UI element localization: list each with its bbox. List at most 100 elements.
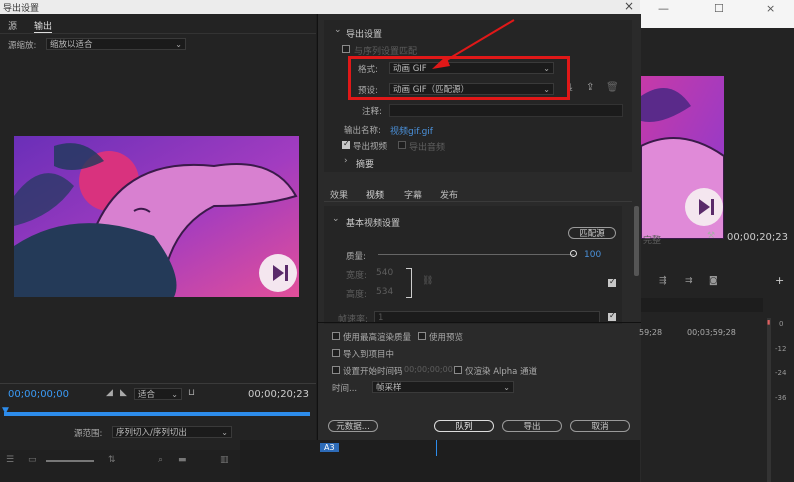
- tab-effects[interactable]: 效果: [330, 188, 348, 201]
- right-window-title-bar: — ☐ ×: [640, 0, 794, 28]
- tab-source[interactable]: 源: [8, 19, 17, 32]
- use-previews-label: 使用预览: [429, 333, 464, 343]
- export-audio-checkbox[interactable]: [398, 141, 406, 149]
- comments-label: 注释:: [362, 107, 382, 117]
- max-render-checkbox[interactable]: [332, 332, 340, 340]
- output-name-label: 输出名称:: [344, 126, 381, 136]
- chevron-right-icon[interactable]: ›: [344, 156, 348, 166]
- play-icon[interactable]: [259, 254, 297, 292]
- maximize-icon[interactable]: ☐: [714, 2, 724, 15]
- source-range-dropdown[interactable]: 序列切入/序列切出 ⌄: [112, 426, 232, 438]
- divider: [318, 322, 641, 323]
- sort-icon[interactable]: ⇅: [108, 455, 116, 465]
- summary-label[interactable]: 摘要: [356, 157, 374, 170]
- timeline-ruler: [641, 298, 763, 312]
- meter-tick: -36: [775, 394, 787, 402]
- add-button-icon[interactable]: +: [775, 274, 784, 287]
- wrench-icon[interactable]: ⚒: [707, 231, 715, 241]
- output-preview: [14, 136, 299, 297]
- minimize-icon[interactable]: —: [658, 2, 669, 15]
- source-range-value: 序列切入/序列切出: [116, 428, 187, 438]
- chevron-down-icon[interactable]: ⌄: [332, 214, 340, 224]
- chevron-down-icon: ⌄: [171, 390, 178, 399]
- list-icon[interactable]: ☰: [6, 455, 14, 465]
- chevron-down-icon: ⌄: [221, 428, 228, 437]
- queue-button[interactable]: 队列: [434, 420, 494, 432]
- match-rate-checkbox[interactable]: [608, 311, 616, 321]
- chain-link-icon[interactable]: ⛓: [422, 276, 433, 286]
- close-window-icon[interactable]: ×: [766, 2, 775, 15]
- program-monitor-panel: 完整 ⚒ 00;00;20;23 ⇶ ⇉ ◙ + 59;28 00;03;59;…: [639, 28, 794, 482]
- playhead-icon[interactable]: ▼: [2, 406, 9, 416]
- thumb-icon[interactable]: ▭: [28, 455, 37, 465]
- tab-publish[interactable]: 发布: [440, 188, 458, 201]
- source-scale-dropdown[interactable]: 缩放以适合 ⌄: [46, 38, 186, 50]
- folder-icon[interactable]: ▬: [178, 455, 187, 465]
- quality-slider-track[interactable]: [378, 254, 574, 255]
- basic-video-title: 基本视频设置: [346, 219, 401, 229]
- match-source-button[interactable]: 匹配源: [568, 227, 616, 239]
- timecode-start[interactable]: 00;00;00;00: [8, 389, 69, 400]
- meter-tick: -24: [775, 369, 787, 377]
- height-label: 高度:: [346, 290, 368, 300]
- overwrite-icon[interactable]: ⇉: [685, 276, 693, 286]
- dialog-title: 导出设置: [3, 4, 40, 14]
- delete-preset-icon[interactable]: 🗑: [606, 82, 619, 93]
- meter-tick: -12: [775, 345, 787, 353]
- match-sequence-checkbox[interactable]: [342, 45, 350, 53]
- import-project-checkbox[interactable]: [332, 349, 340, 357]
- quality-slider-thumb[interactable]: [570, 250, 577, 257]
- tab-captions[interactable]: 字幕: [404, 188, 422, 201]
- close-icon[interactable]: ×: [624, 0, 634, 13]
- dialog-title-bar: 导出设置 ×: [0, 0, 640, 14]
- tab-video[interactable]: 视频: [366, 188, 385, 202]
- alpha-only-label: 仅渲染 Alpha 通道: [465, 367, 538, 377]
- comments-input[interactable]: [389, 104, 623, 117]
- trash-icon[interactable]: ▥: [220, 455, 229, 465]
- quality-label: 质量:: [346, 252, 366, 262]
- meter-peak-icon: ▮: [767, 319, 771, 326]
- chevron-down-icon: ⌄: [175, 40, 182, 49]
- play-icon[interactable]: [685, 188, 723, 226]
- track-label-a3[interactable]: A3: [320, 443, 339, 452]
- search-icon[interactable]: ⌕: [158, 455, 163, 465]
- quality-value[interactable]: 100: [584, 250, 601, 260]
- chevron-down-icon[interactable]: ⌄: [334, 25, 342, 35]
- output-name-link[interactable]: 视频gif.gif: [390, 124, 433, 137]
- width-value: 540: [376, 268, 394, 278]
- source-scale-label: 源缩放:: [8, 41, 37, 51]
- panel-tabs: 源 输出: [0, 19, 316, 33]
- export-video-checkbox[interactable]: [342, 139, 350, 149]
- timeline-strip: [240, 440, 640, 482]
- tab-output[interactable]: 输出: [34, 19, 53, 33]
- camera-icon[interactable]: ◙: [709, 276, 718, 286]
- use-previews-checkbox[interactable]: [418, 332, 426, 340]
- start-timecode-label: 设置开始时间码: [343, 367, 403, 377]
- export-audio-label: 导出音频: [409, 143, 446, 153]
- scrollbar[interactable]: [634, 206, 639, 276]
- settings-tabs: 效果 视频 字幕 发布: [324, 186, 632, 202]
- alpha-only-checkbox[interactable]: [454, 366, 462, 374]
- export-settings-title: 导出设置: [346, 30, 383, 40]
- import-preset-icon[interactable]: ⇪: [586, 82, 594, 93]
- source-output-panel: 源 输出 源缩放: 缩放以适合 ⌄ 00;00;00;00 ◢ ◣ 适合 ⌄ ⊔…: [0, 14, 316, 482]
- import-project-label: 导入到项目中: [343, 350, 395, 360]
- fit-dropdown[interactable]: 适合 ⌄: [134, 388, 182, 400]
- zoom-slider[interactable]: [46, 460, 94, 462]
- scrub-bar[interactable]: [4, 412, 310, 416]
- insert-icon[interactable]: ⇶: [659, 276, 667, 286]
- mark-in-icon[interactable]: ◢: [106, 388, 113, 398]
- export-button[interactable]: 导出: [502, 420, 562, 432]
- timeline-playhead: [436, 440, 437, 456]
- cancel-button[interactable]: 取消: [570, 420, 630, 432]
- timecode-end: 00;00;20;23: [248, 389, 310, 400]
- time-interp-dropdown[interactable]: 帧采样 ⌄: [372, 381, 514, 393]
- start-timecode-value[interactable]: 00;00;00;00: [404, 365, 453, 374]
- ruler-time-1: 59;28: [639, 328, 663, 337]
- mark-out-icon[interactable]: ◣: [120, 388, 127, 398]
- aspect-icon[interactable]: ⊔: [188, 388, 195, 398]
- ruler-time-2: 00;03;59;28: [687, 328, 736, 337]
- start-timecode-checkbox[interactable]: [332, 366, 340, 374]
- match-size-checkbox[interactable]: [608, 277, 616, 287]
- metadata-button[interactable]: 元数据...: [328, 420, 378, 432]
